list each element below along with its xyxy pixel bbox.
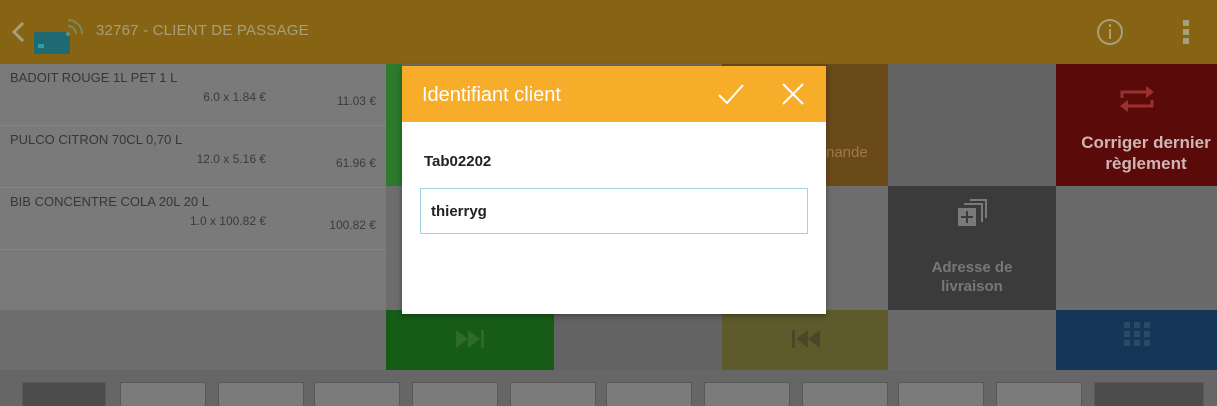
tile-empty[interactable]	[888, 64, 1056, 186]
info-icon[interactable]	[1094, 16, 1126, 48]
skip-back-icon	[792, 330, 820, 348]
item-qty: 12.0 x 5.16 €	[196, 152, 266, 166]
key[interactable]	[704, 382, 790, 406]
key[interactable]	[802, 382, 888, 406]
list-item[interactable]: BIB CONCENTRE COLA 20L 20 L 1.0 x 100.82…	[0, 188, 386, 250]
key[interactable]	[120, 382, 206, 406]
tile-corriger-reglement[interactable]: Corriger dernier règlement	[1056, 64, 1217, 186]
list-item[interactable]: BADOIT ROUGE 1L PET 1 L 6.0 x 1.84 € 11.…	[0, 64, 386, 126]
keypad-icon	[1124, 322, 1150, 346]
key[interactable]	[1094, 382, 1204, 406]
item-name: BADOIT ROUGE 1L PET 1 L	[10, 70, 178, 85]
tile-fast-forward[interactable]	[386, 310, 554, 370]
item-qty: 6.0 x 1.84 €	[203, 90, 266, 104]
tile-label-line: Adresse de	[931, 259, 1013, 276]
tile-adresse-livraison[interactable]: Adresse de livraison	[888, 186, 1056, 310]
skip-forward-icon	[456, 330, 484, 348]
tile-commande-label: nande	[826, 144, 868, 161]
app-screen: 32767 - CLIENT DE PASSAGE BADOIT ROUGE 1…	[0, 0, 1217, 406]
order-lines-list: BADOIT ROUGE 1L PET 1 L 6.0 x 1.84 € 11.…	[0, 64, 386, 310]
bottom-key-row	[0, 370, 1217, 406]
item-name: PULCO CITRON 70CL 0,70 L	[10, 132, 183, 147]
item-total: 61.96 €	[335, 156, 376, 170]
tile-label-line: règlement	[1105, 154, 1187, 173]
check-icon[interactable]	[716, 80, 746, 108]
key[interactable]	[218, 382, 304, 406]
page-title: 32767 - CLIENT DE PASSAGE	[96, 22, 309, 39]
key[interactable]	[606, 382, 692, 406]
list-item[interactable]: PULCO CITRON 70CL 0,70 L 12.0 x 5.16 € 6…	[0, 126, 386, 188]
dialog-header: Identifiant client	[402, 66, 826, 122]
key[interactable]	[412, 382, 498, 406]
dialog-label: Tab02202	[424, 153, 492, 170]
key[interactable]	[996, 382, 1082, 406]
client-id-dialog: Identifiant client Tab02202	[402, 66, 826, 314]
item-qty: 1.0 x 100.82 €	[189, 214, 266, 228]
tile-label-line: livraison	[941, 278, 1003, 295]
tile-label-line: Corriger dernier	[1081, 133, 1211, 152]
nfc-card-icon[interactable]	[34, 12, 92, 56]
key[interactable]	[510, 382, 596, 406]
refresh-icon	[1120, 86, 1154, 112]
dialog-title: Identifiant client	[422, 84, 561, 106]
key[interactable]	[314, 382, 400, 406]
chevron-left-icon[interactable]	[8, 18, 28, 46]
top-bar: 32767 - CLIENT DE PASSAGE	[0, 0, 1217, 64]
item-total: 11.03 €	[336, 94, 376, 108]
item-total: 100.82 €	[329, 218, 376, 232]
tile-green-top[interactable]	[386, 64, 402, 186]
item-name: BIB CONCENTRE COLA 20L 20 L	[10, 194, 209, 209]
close-icon[interactable]	[780, 80, 806, 108]
tile-corriger-label: Corriger dernier règlement	[1066, 132, 1217, 174]
tile-empty[interactable]	[888, 310, 1056, 370]
add-copy-icon	[958, 199, 987, 226]
tile-rewind[interactable]	[722, 310, 888, 370]
tile-adresse-label: Adresse de livraison	[888, 258, 1056, 296]
client-id-input[interactable]	[420, 188, 808, 234]
key[interactable]	[898, 382, 984, 406]
tile-empty[interactable]	[554, 310, 722, 370]
key[interactable]	[22, 382, 106, 406]
overflow-menu-icon[interactable]	[1176, 16, 1196, 48]
tile-keypad[interactable]	[1056, 310, 1217, 370]
tile-empty[interactable]	[1056, 186, 1217, 310]
